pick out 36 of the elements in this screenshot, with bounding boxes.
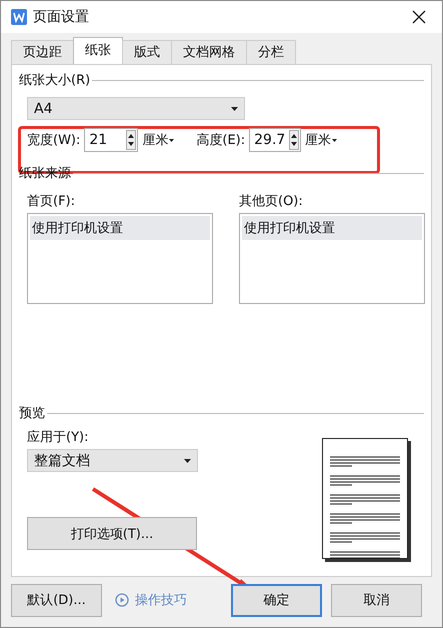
ok-button[interactable]: 确定 [231,584,322,616]
caret-icon [231,106,238,110]
list-item[interactable]: 使用打印机设置 [242,216,422,240]
list-label: 首页(F): [27,193,76,210]
caret-icon [169,138,174,142]
section-title: 纸张大小(R) [19,72,90,89]
number-field[interactable]: 21 [84,128,138,152]
unit-dropdown[interactable]: 厘米 [142,131,174,149]
default-button[interactable]: 默认(D)... [11,584,102,616]
tab[interactable]: 页边距 [11,40,74,64]
number-field[interactable]: 29.7 [249,128,302,152]
spinner-icon[interactable] [126,130,136,150]
print-options-button[interactable]: 打印选项(T)... [27,517,197,550]
tab[interactable]: 版式 [122,40,172,64]
field-label: 宽度(W): [27,132,80,149]
unit-dropdown[interactable]: 厘米 [305,131,338,149]
window-title: 页面设置 [33,8,90,26]
field-label: 高度(E): [196,132,246,149]
list-item[interactable]: 使用打印机设置 [30,216,210,240]
tab[interactable]: 分栏 [246,40,296,64]
caret-icon [332,138,338,142]
caret-icon [184,458,191,462]
list-box[interactable]: 使用打印机设置 [239,213,425,304]
spinner-icon[interactable] [289,130,300,150]
cancel-button[interactable]: 取消 [331,584,422,616]
close-icon[interactable] [412,10,426,24]
tab[interactable]: 文档网格 [171,40,247,64]
tab[interactable]: 纸张 [73,37,123,64]
list-label: 其他页(O): [239,193,304,210]
paper-size-dropdown[interactable]: A4 [27,97,245,120]
app-logo-icon [11,9,27,25]
list-box[interactable]: 使用打印机设置 [27,213,213,304]
section-title: 预览 [19,405,45,422]
apply-to-label: 应用于(Y): [27,429,90,446]
apply-to-dropdown[interactable]: 整篇文档 [27,449,198,472]
play-icon [115,593,129,607]
